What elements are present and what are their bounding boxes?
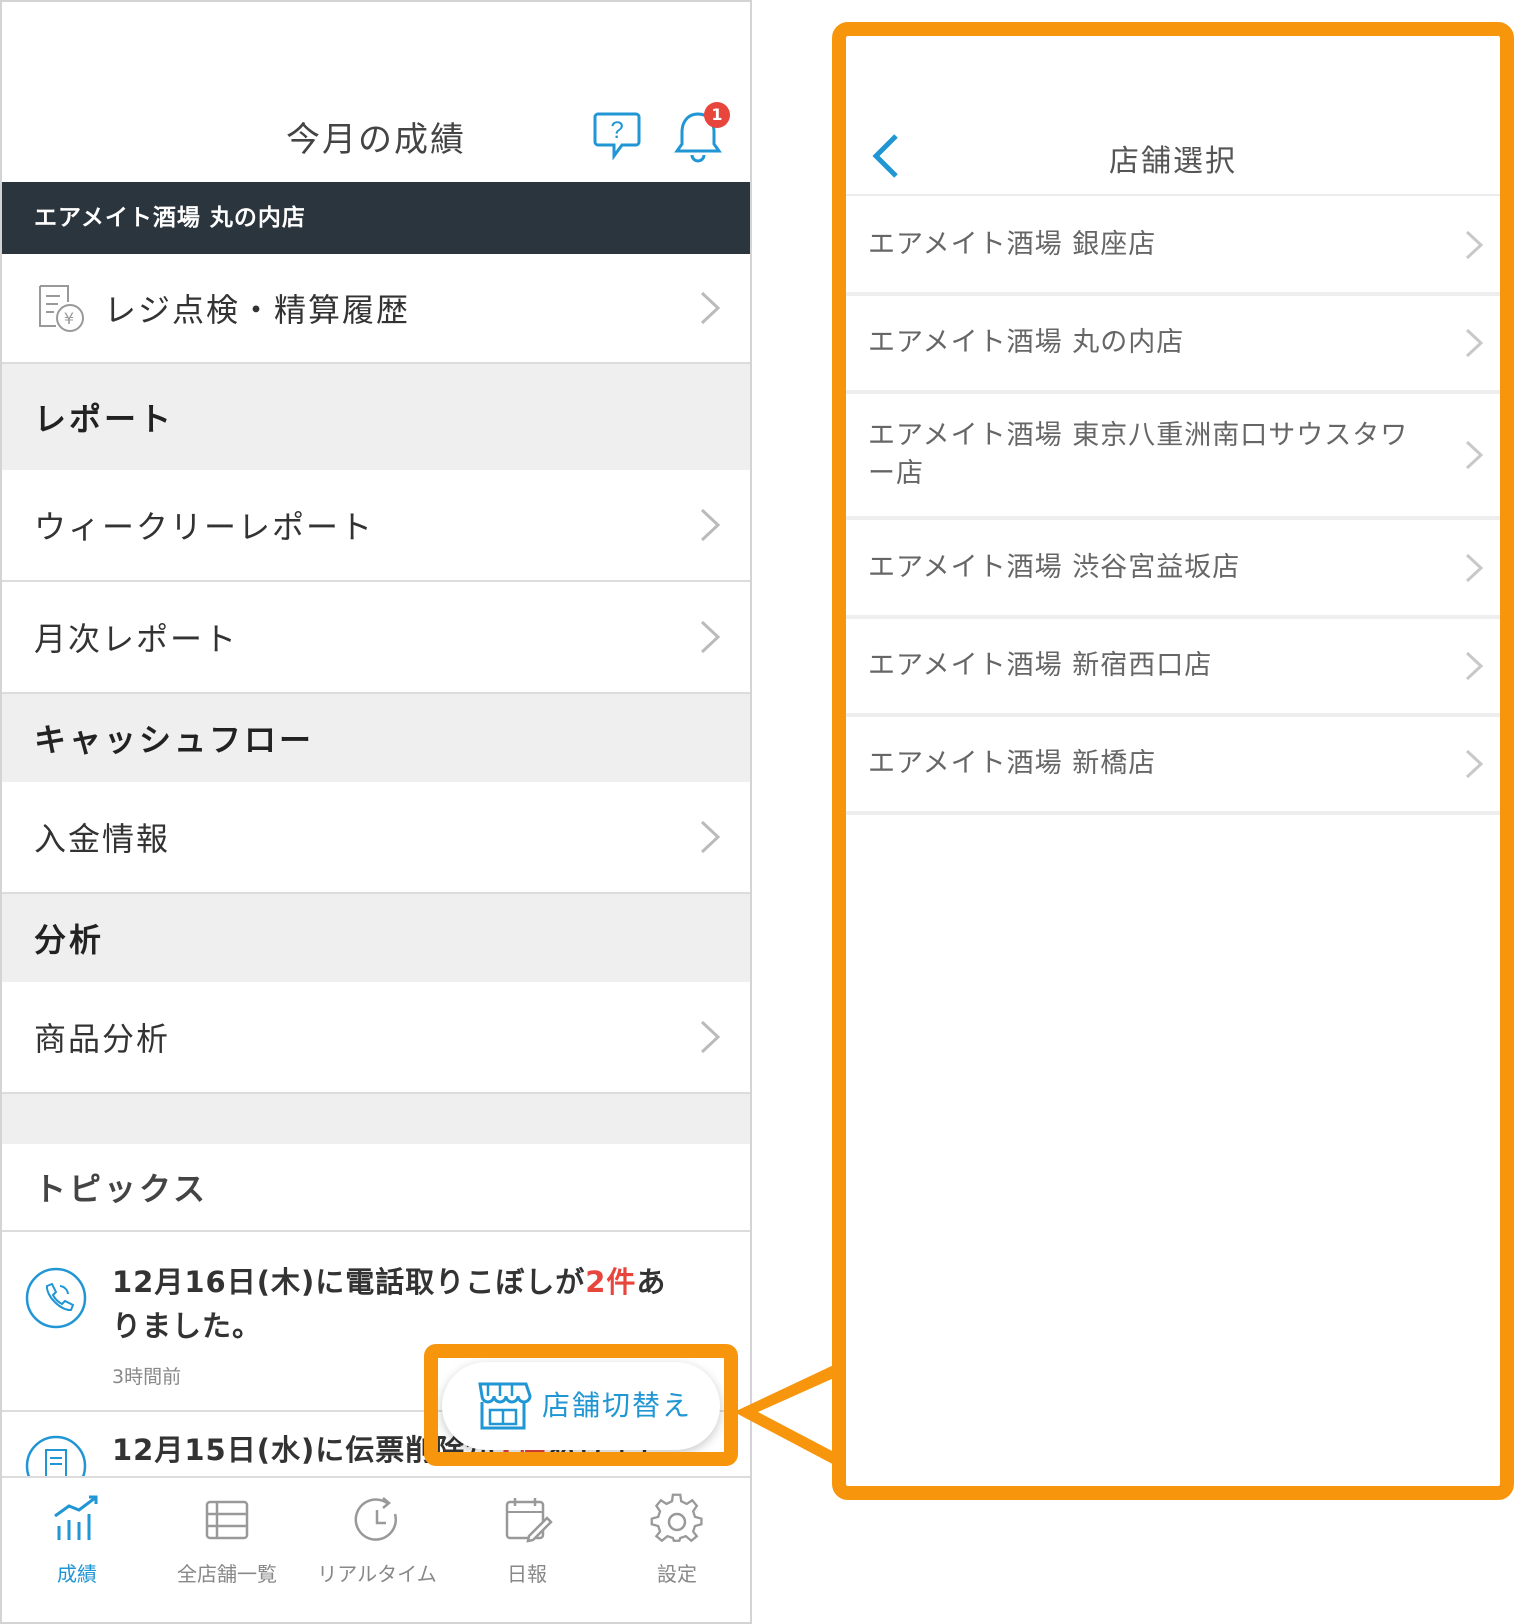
deposit-info-row[interactable]: 入金情報 (2, 782, 750, 894)
tab-label: 成績 (57, 1562, 97, 1586)
topic-text: 12月16日(木)に電話取りこぼしが2件ありました。 (112, 1265, 667, 1343)
highlight-frame-switch (424, 1344, 738, 1466)
tab-label: 日報 (507, 1562, 547, 1586)
current-store-bar: エアメイト酒場 丸の内店 (2, 182, 750, 254)
store-item[interactable]: エアメイト酒場 丸の内店 (846, 296, 1500, 394)
section-analysis: 分析 (2, 894, 750, 982)
chevron-right-icon (1465, 651, 1484, 681)
weekly-report-row[interactable]: ウィークリーレポート (2, 470, 750, 582)
chevron-right-icon (700, 1020, 721, 1054)
callout-pointer (734, 1362, 840, 1468)
chevron-right-icon (700, 620, 721, 654)
store-item[interactable]: エアメイト酒場 新橋店 (846, 717, 1500, 815)
store-name: エアメイト酒場 東京八重洲南口サウスタワー店 (868, 420, 1409, 489)
gear-icon (650, 1493, 703, 1543)
store-select-title: 店舗選択 (1109, 144, 1237, 179)
topic-count: 2件 (585, 1265, 637, 1299)
store-list: エアメイト酒場 銀座店 エアメイト酒場 丸の内店 エアメイト酒場 東京八重洲南口… (846, 198, 1500, 815)
chevron-right-icon (700, 820, 721, 854)
chevron-right-icon (700, 291, 721, 325)
monthly-report-row[interactable]: 月次レポート (2, 582, 750, 694)
chevron-right-icon (1465, 230, 1484, 260)
store-name: エアメイト酒場 渋谷宮益坂店 (868, 551, 1241, 583)
tab-settings[interactable]: 設定 (602, 1478, 750, 1622)
chevron-right-icon (1465, 553, 1484, 582)
top-bar: 今月の成績 ? 1 (2, 2, 750, 182)
register-history-label: レジ点検・精算履歴 (104, 291, 411, 329)
tab-performance[interactable]: 成績 (2, 1478, 152, 1622)
tab-bar: 成績 全店舗一覧 リアルタイム 日報 設定 (2, 1476, 750, 1622)
weekly-report-label: ウィークリーレポート (34, 508, 375, 546)
receipt-yen-icon: ¥ (39, 285, 84, 332)
phone-icon (25, 1267, 87, 1329)
section-cashflow: キャッシュフロー (2, 694, 750, 782)
deposit-info-label: 入金情報 (34, 820, 171, 858)
store-select-screen: 店舗選択 エアメイト酒場 銀座店 エアメイト酒場 丸の内店 エアメイト酒場 東京… (832, 22, 1514, 1500)
svg-text:¥: ¥ (64, 309, 76, 328)
store-item[interactable]: エアメイト酒場 東京八重洲南口サウスタワー店 (846, 394, 1500, 520)
topic-time: 3時間前 (112, 1366, 182, 1388)
section-spacer (2, 1094, 750, 1144)
tab-label: リアルタイム (317, 1562, 437, 1586)
calendar-edit-icon (505, 1498, 553, 1543)
store-name: エアメイト酒場 新宿西口店 (868, 650, 1213, 681)
list-icon (205, 1500, 249, 1540)
section-report: レポート (2, 364, 750, 470)
notification-badge: 1 (704, 102, 730, 128)
svg-text:?: ? (610, 117, 623, 144)
store-name: エアメイト酒場 新橋店 (868, 748, 1157, 779)
store-select-header: 店舗選択 (846, 36, 1500, 196)
tab-label: 全店舗一覧 (177, 1562, 277, 1586)
store-name: エアメイト酒場 銀座店 (868, 229, 1157, 260)
store-item[interactable]: エアメイト酒場 銀座店 (846, 198, 1500, 296)
chevron-right-icon (700, 508, 721, 542)
clock-icon (354, 1497, 397, 1541)
tab-realtime[interactable]: リアルタイム (302, 1478, 452, 1622)
tab-label: 設定 (657, 1562, 697, 1586)
store-name: エアメイト酒場 丸の内店 (868, 327, 1185, 358)
product-analysis-label: 商品分析 (34, 1020, 171, 1058)
chart-icon (54, 1495, 98, 1540)
chevron-right-icon (1465, 749, 1484, 779)
help-icon[interactable]: ? (592, 110, 642, 160)
store-item[interactable]: エアメイト酒場 新宿西口店 (846, 619, 1500, 717)
register-history-row[interactable]: ¥ レジ点検・精算履歴 (2, 254, 750, 364)
tab-daily-report[interactable]: 日報 (452, 1478, 602, 1622)
product-analysis-row[interactable]: 商品分析 (2, 982, 750, 1094)
chevron-right-icon (1465, 440, 1484, 470)
chevron-right-icon (1465, 328, 1484, 358)
store-item[interactable]: エアメイト酒場 渋谷宮益坂店 (846, 520, 1500, 619)
topics-title: トピックス (2, 1144, 750, 1232)
monthly-report-label: 月次レポート (34, 620, 239, 658)
tab-all-stores[interactable]: 全店舗一覧 (152, 1478, 302, 1622)
